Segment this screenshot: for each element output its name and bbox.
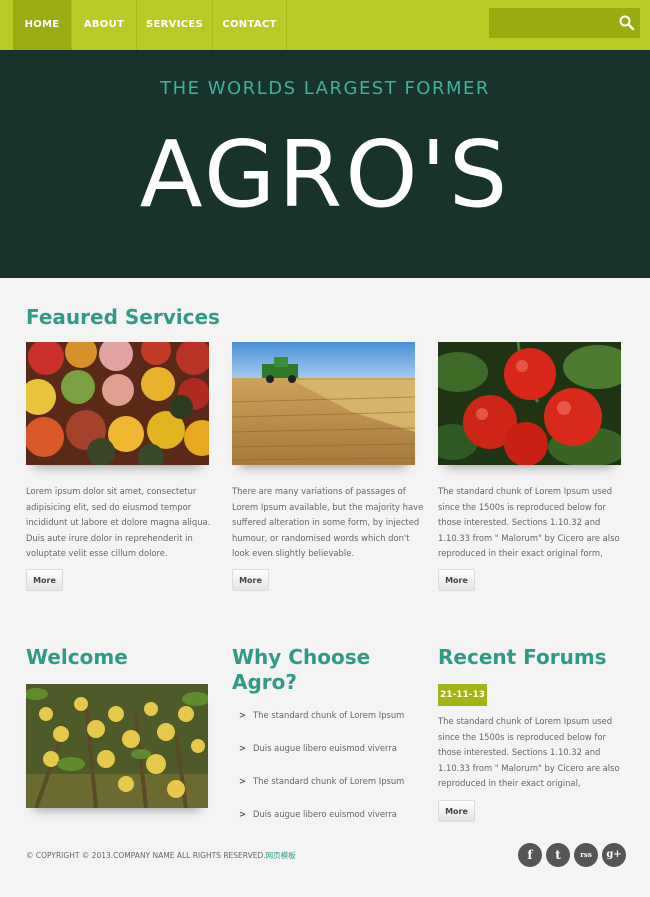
featured-services-heading: Feaured Services xyxy=(26,305,220,329)
list-item[interactable]: > The standard chunk of Lorem Ipsum xyxy=(239,710,404,720)
list-item[interactable]: > Duis augue libero euismod viverra xyxy=(239,809,397,819)
wheat-field-photo xyxy=(232,342,415,465)
list-item-label: Duis augue libero euismod viverra xyxy=(253,809,397,819)
top-navbar: HOME ABOUT SERVICES CONTACT xyxy=(0,0,650,50)
vegetables-photo xyxy=(26,342,209,465)
google-plus-icon[interactable]: g+ xyxy=(602,843,626,867)
chevron-right-icon: > xyxy=(239,743,247,753)
list-item[interactable]: > The standard chunk of Lorem Ipsum xyxy=(239,776,404,786)
forum-text: The standard chunk of Lorem Ipsum used s… xyxy=(438,716,620,788)
why-choose-heading-line2: Agro? xyxy=(232,670,297,694)
featured-card-text: There are many variations of passages of… xyxy=(232,486,424,558)
hero-subtitle: THE WORLDS LARGEST FORMER xyxy=(160,78,490,99)
why-choose-heading: Why Choose xyxy=(232,645,371,669)
tomatoes-photo xyxy=(438,342,621,465)
recent-forums-heading: Recent Forums xyxy=(438,645,607,669)
footer-link[interactable]: 网页模板 xyxy=(266,851,296,860)
nav-contact[interactable]: CONTACT xyxy=(213,0,286,50)
list-item-label: The standard chunk of Lorem Ipsum xyxy=(253,710,405,720)
rss-icon[interactable]: rss xyxy=(574,843,598,867)
chevron-right-icon: > xyxy=(239,809,247,819)
featured-card-text: Lorem ipsum dolor sit amet, consectetur … xyxy=(26,486,211,558)
search-box xyxy=(489,8,640,38)
hero-banner: THE WORLDS LARGEST FORMER AGRO'S xyxy=(0,50,650,278)
list-item-label: The standard chunk of Lorem Ipsum xyxy=(253,776,405,786)
nav-services[interactable]: SERVICES xyxy=(137,0,212,50)
search-input[interactable] xyxy=(489,8,614,38)
nav-about[interactable]: ABOUT xyxy=(72,0,136,50)
more-button[interactable]: More xyxy=(438,569,475,591)
more-button[interactable]: More xyxy=(232,569,269,591)
welcome-heading: Welcome xyxy=(26,645,128,669)
nav-divider xyxy=(286,0,287,50)
copyright-text: © COPYRIGHT © 2013.COMPANY NAME ALL RIGH… xyxy=(26,850,296,861)
copyright-label: © COPYRIGHT © 2013.COMPANY NAME ALL RIGH… xyxy=(26,851,266,860)
chevron-right-icon: > xyxy=(239,710,247,720)
chevron-right-icon: > xyxy=(239,776,247,786)
facebook-icon[interactable]: f xyxy=(518,843,542,867)
list-item-label: Duis augue libero euismod viverra xyxy=(253,743,397,753)
search-icon[interactable] xyxy=(618,14,636,32)
fruit-tree-photo xyxy=(26,684,208,808)
more-button[interactable]: More xyxy=(26,569,63,591)
more-button[interactable]: More xyxy=(438,800,475,822)
hero-title: AGRO'S xyxy=(139,121,511,228)
featured-card-text: The standard chunk of Lorem Ipsum used s… xyxy=(438,486,620,558)
date-badge: 21-11-13 xyxy=(438,684,487,706)
nav-home[interactable]: HOME xyxy=(13,0,71,50)
list-item[interactable]: > Duis augue libero euismod viverra xyxy=(239,743,397,753)
twitter-icon[interactable]: t xyxy=(546,843,570,867)
